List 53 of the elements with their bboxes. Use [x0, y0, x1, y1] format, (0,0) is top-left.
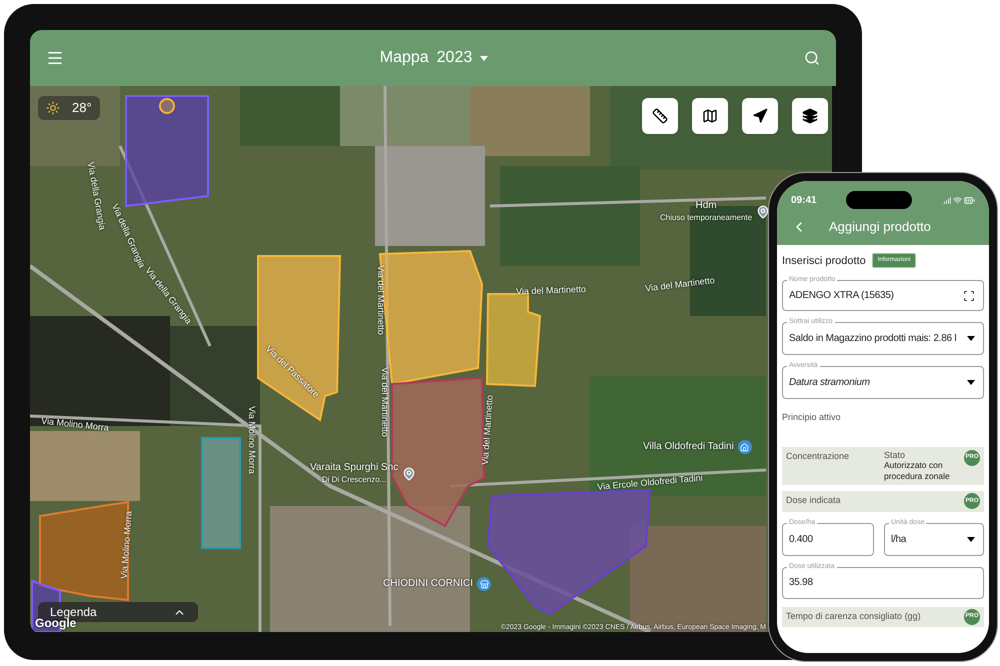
street-label: Via del Martinetto [374, 265, 387, 335]
caret-icon [967, 336, 975, 341]
field-polygon[interactable] [257, 255, 342, 422]
field-label: Principio attivo [782, 411, 842, 424]
battery-icon [964, 194, 975, 206]
navigation-arrow-icon [752, 108, 768, 124]
place-label[interactable]: Hdm [695, 200, 717, 212]
street-label: Via Molino Morra [40, 414, 110, 435]
map-button[interactable] [692, 98, 728, 134]
concentration-label: Concentrazione [786, 450, 850, 462]
layers-button[interactable] [792, 98, 828, 134]
sun-icon [46, 101, 60, 115]
field-polygon[interactable] [125, 95, 209, 208]
status-value: Autorizzato con procedura zonale [884, 460, 951, 482]
folded-map-icon [702, 108, 718, 124]
caret-icon [967, 536, 975, 542]
place-note: Di Di Crescenzo... [322, 474, 386, 485]
place-label[interactable]: Varaita Spurghi Snc [310, 462, 398, 474]
weather-badge: 28° [38, 96, 100, 120]
signal-icon [942, 196, 951, 204]
map-pin-icon [756, 204, 770, 218]
map-pin-icon [402, 466, 416, 480]
street-label: Via della Grangia [84, 160, 109, 232]
place-label[interactable]: Villa Oldofredi Tadini [643, 441, 734, 453]
search-icon [804, 50, 820, 66]
field-polygon[interactable] [486, 293, 542, 388]
field-polygon[interactable] [201, 437, 241, 549]
street-label: Via del Martinetto [644, 274, 716, 296]
place-note: Chiuso temporaneamente [660, 212, 752, 223]
location-marker[interactable] [159, 98, 175, 114]
wifi-icon [952, 196, 962, 204]
ruler-icon [652, 108, 668, 124]
field-polygon[interactable] [486, 488, 652, 616]
dose-label: Dose indicata [786, 494, 841, 508]
street-label: Via Molino Morra [246, 406, 258, 474]
navigation-button[interactable] [742, 98, 778, 134]
caret-icon [480, 56, 488, 60]
section-title: Inserisci prodotto [782, 254, 866, 268]
menu-icon [46, 49, 64, 67]
street-label: Via del Martinetto [378, 367, 391, 437]
layers-icon [802, 108, 818, 124]
screen-title: Aggiungi prodotto [829, 218, 931, 236]
ruler-button[interactable] [642, 98, 678, 134]
caret-icon [967, 380, 975, 385]
status-label: Stato [884, 450, 906, 460]
camera-notch [846, 191, 912, 209]
street-label: Via del Martinetto [478, 394, 496, 466]
scan-icon[interactable] [963, 290, 975, 302]
place-label[interactable]: CHIODINI CORNICI [383, 578, 473, 590]
status-time: 09:41 [791, 194, 817, 208]
withdrawal-label: Tempo di carenza consigliato (gg) [786, 610, 921, 623]
street-label: Via Molino Morra [118, 510, 135, 580]
street-label: Via Ercole Oldofredi Tadini [596, 472, 704, 494]
